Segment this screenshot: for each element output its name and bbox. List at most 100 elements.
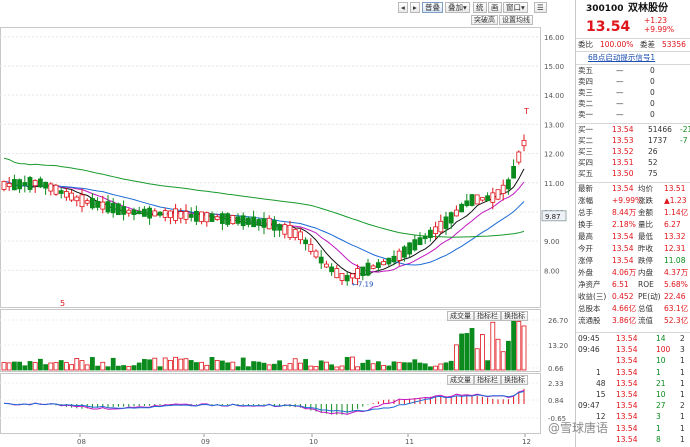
signal-marker: 5	[60, 299, 65, 308]
ask-row[interactable]: 卖一 — 0	[578, 110, 688, 120]
stat-label: 换手	[578, 220, 593, 229]
tick-row[interactable]: 13.54 8 1	[578, 435, 688, 445]
bid-volume: 51466	[648, 125, 672, 134]
menu-icon[interactable]: ☰	[534, 2, 547, 13]
candle-body	[32, 180, 38, 187]
volume-bar	[479, 334, 485, 371]
volume-bar	[126, 365, 132, 371]
ma-settings-button[interactable]: 设置均线	[499, 15, 533, 25]
ask-row[interactable]: 卖五 — 0	[578, 66, 688, 76]
stat-row: 外盘 4.06万 内盘 4.37万	[578, 268, 688, 278]
ask-volume: 0	[650, 77, 655, 86]
tick-count: 1	[680, 367, 685, 377]
tick-price: 13.54	[616, 390, 638, 399]
nav-back-button[interactable]: ◂	[398, 2, 408, 13]
volume-indicator-button[interactable]: 成交量	[447, 311, 474, 321]
candle-body	[204, 212, 210, 223]
candle-body	[318, 256, 324, 264]
tick-row[interactable]: 1 13.54 1 1	[578, 368, 688, 378]
stat-row: 换手 2.18% 量比 6.27	[578, 220, 688, 230]
candle-body	[277, 224, 283, 231]
bid-row[interactable]: 买一 13.54 51466 -21	[578, 125, 690, 135]
ask-label: 卖五	[578, 66, 593, 75]
ask-volume: 0	[650, 110, 655, 119]
ask-row[interactable]: 卖二 — 0	[578, 99, 688, 109]
stat-label: 总股本	[578, 304, 601, 313]
tab-window[interactable]: 窗口▾	[503, 2, 528, 13]
price-change-pct: +9.99%	[644, 25, 675, 34]
candle-body	[74, 196, 80, 202]
ask-row[interactable]: 卖四 — 0	[578, 77, 688, 87]
ask-price: —	[616, 110, 624, 119]
volume-bar	[95, 365, 100, 371]
volume-bar	[521, 325, 527, 371]
candle-body	[219, 213, 225, 224]
ask-price: —	[616, 88, 624, 97]
candle-body	[386, 257, 392, 265]
volume-bar	[22, 365, 28, 371]
candlesticks[interactable]	[1, 134, 527, 286]
tab-overlay[interactable]: 叠加▾	[445, 2, 470, 13]
kline-chart-area[interactable]: 16.0015.0014.0013.0012.0011.0010.009.008…	[0, 0, 575, 447]
volume-bar	[251, 361, 257, 371]
candle-body	[401, 246, 407, 258]
volume-bar	[297, 362, 303, 371]
alert-signal-link[interactable]: 6B点启动提示信号1	[588, 53, 655, 63]
tick-row[interactable]: 09:46 13.54 100 3	[578, 345, 688, 355]
bid-label: 买三	[578, 147, 593, 156]
tab-draw[interactable]: 画	[488, 2, 502, 13]
stat-value: 13.32	[664, 232, 686, 241]
stat-label: 流通股	[578, 316, 601, 325]
candle-body	[453, 209, 459, 217]
price-tick-label: 11.00	[544, 180, 564, 188]
stat-label: 量比	[638, 220, 653, 229]
volume-bar	[230, 361, 236, 371]
bid-row[interactable]: 买二 13.53 1737 -7	[578, 136, 688, 146]
volume-bar	[422, 363, 428, 371]
bid-row[interactable]: 买三 13.52 26	[578, 147, 688, 157]
volume-switch-button[interactable]: 换指标	[501, 311, 528, 321]
stat-label: 内盘	[638, 268, 653, 277]
month-label: 10	[309, 438, 318, 446]
tab-stats[interactable]: 统	[473, 2, 487, 13]
bid-label: 买五	[578, 169, 593, 178]
bid-row[interactable]: 买五 13.50 75	[578, 169, 688, 179]
macd-switch-button[interactable]: 换指标	[501, 375, 528, 385]
stat-label: 外盘	[578, 268, 593, 277]
macd-bars[interactable]	[3, 388, 525, 415]
tick-row[interactable]: 13.54 10 1	[578, 356, 688, 366]
tab-normal[interactable]: 普叠	[422, 2, 443, 13]
tick-row[interactable]: 48 13.54 21 1	[578, 379, 688, 389]
volume-panel-button[interactable]: 指标栏	[474, 311, 501, 321]
stat-value: ▲1.23	[664, 196, 687, 205]
breakout-button[interactable]: 突破高	[471, 15, 498, 25]
nav-forward-button[interactable]: ▸	[410, 2, 420, 13]
stat-row: 涨幅 +9.99% 涨跌 ▲1.23	[578, 196, 688, 206]
candle-body	[505, 179, 511, 190]
candle-body	[225, 213, 231, 225]
tick-volume: 27	[656, 401, 666, 411]
tick-row[interactable]: 09:45 13.54 14 2	[578, 334, 688, 344]
candle-body	[256, 219, 262, 226]
volume-bar	[121, 365, 126, 371]
volume-bar	[110, 357, 116, 371]
macd-indicator-button[interactable]: 成交量	[447, 375, 474, 385]
volume-bar	[391, 361, 397, 371]
candle-body	[235, 216, 241, 224]
volume-bar	[48, 362, 54, 371]
bid-volume: 26	[648, 147, 658, 156]
stat-value: 12.31	[664, 244, 686, 253]
volume-bar	[339, 365, 345, 371]
bid-row[interactable]: 买四 13.51 52	[578, 158, 688, 168]
diff-value: 53356	[662, 40, 686, 49]
macd-panel-button[interactable]: 指标栏	[474, 375, 501, 385]
candle-body	[511, 165, 517, 179]
volume-bar	[381, 365, 387, 371]
tick-row[interactable]: 15 13.54 10 1	[578, 390, 688, 400]
volume-bar	[43, 364, 48, 371]
volume-bar	[329, 364, 335, 371]
candle-body	[240, 215, 246, 227]
tick-row[interactable]: 09:47 13.54 27 2	[578, 401, 688, 411]
stat-value: 11.08	[664, 256, 686, 265]
ask-row[interactable]: 卖三 — 0	[578, 88, 688, 98]
